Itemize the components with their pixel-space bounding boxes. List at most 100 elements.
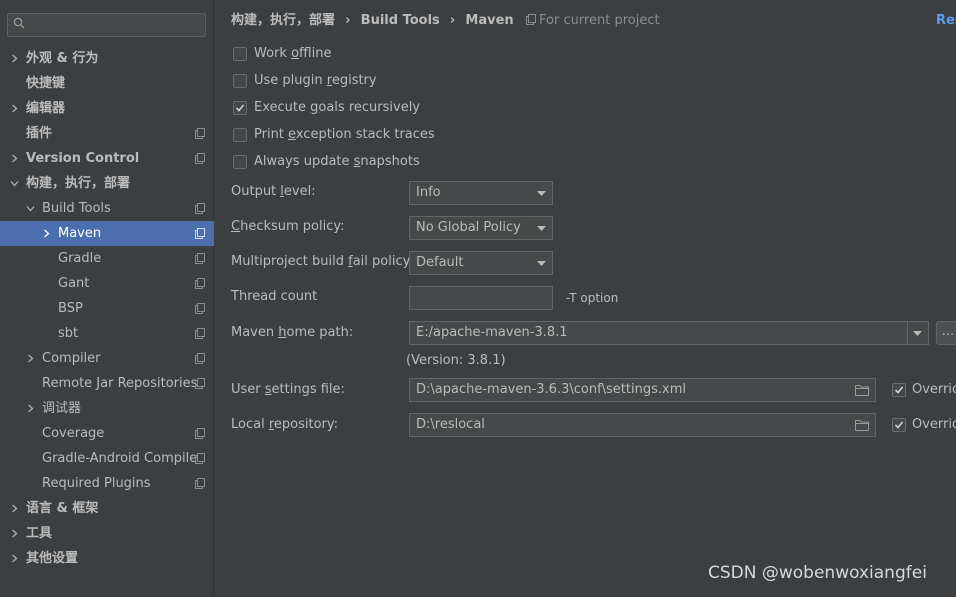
tree-item-appearance[interactable]: 外观 & 行为	[0, 46, 214, 71]
maven-home-browse-button[interactable]: ...	[936, 321, 956, 345]
scope-indicator: For current project	[526, 10, 660, 32]
tree-item-label: 外观 & 行为	[26, 51, 99, 66]
chevron-down-icon[interactable]	[10, 179, 19, 188]
project-scope-icon	[195, 128, 205, 139]
work-offline-checkbox[interactable]	[233, 47, 247, 61]
tree-item-label: 快捷键	[26, 76, 66, 91]
tree-item-label: BSP	[58, 301, 83, 316]
tree-item-label: Gradle-Android Compiler	[42, 451, 203, 466]
tree-item-label: 其他设置	[26, 551, 79, 566]
tree-item-label: Required Plugins	[42, 476, 151, 491]
project-scope-icon	[195, 353, 205, 364]
settings-search-input[interactable]	[7, 13, 206, 37]
work-offline-label: Work offline	[254, 46, 332, 61]
local-repository-input[interactable]: D:\reslocal	[409, 413, 876, 437]
tree-item-compiler[interactable]: Compiler	[0, 346, 214, 371]
project-scope-icon	[195, 203, 205, 214]
maven-version-text: (Version: 3.8.1)	[406, 353, 506, 368]
tree-item-label: Maven	[58, 226, 102, 241]
execute-goals-recursively-checkbox[interactable]	[233, 101, 247, 115]
tree-item-editor[interactable]: 编辑器	[0, 96, 214, 121]
thread-count-input[interactable]	[409, 286, 553, 310]
dropdown-arrow-icon	[537, 226, 546, 231]
tree-item-gradle-android-compiler[interactable]: Gradle-Android Compiler	[0, 446, 214, 471]
scope-label: For current project	[539, 13, 660, 28]
tree-item-build-tools[interactable]: Build Tools	[0, 196, 214, 221]
local-repository-override-checkbox[interactable]	[892, 418, 906, 432]
print-exception-stack-traces-checkbox[interactable]	[233, 128, 247, 142]
folder-icon[interactable]	[855, 419, 869, 431]
fail-policy-label: Multiproject build fail policy:	[231, 254, 414, 269]
chevron-right-icon[interactable]	[10, 504, 19, 513]
maven-home-dropdown-button[interactable]	[907, 321, 929, 345]
project-scope-icon	[195, 378, 205, 389]
thread-count-hint: -T option	[566, 291, 619, 305]
project-scope-icon	[195, 303, 205, 314]
maven-home-label: Maven home path:	[231, 325, 354, 340]
project-scope-icon	[195, 153, 205, 164]
tree-item-gradle[interactable]: Gradle	[0, 246, 214, 271]
chevron-right-icon[interactable]	[26, 404, 35, 413]
breadcrumb-separator: ›	[345, 13, 351, 28]
watermark-text: CSDN @wobenwoxiangfei	[708, 563, 927, 583]
execute-goals-recursively-label: Execute goals recursively	[254, 100, 420, 115]
print-exception-stack-traces-label: Print exception stack traces	[254, 127, 435, 142]
project-scope-icon	[195, 278, 205, 289]
chevron-right-icon[interactable]	[42, 229, 51, 238]
tree-item-label: Version Control	[26, 151, 140, 166]
project-scope-icon	[526, 14, 536, 25]
user-settings-override-checkbox[interactable]	[892, 383, 906, 397]
chevron-right-icon[interactable]	[26, 354, 35, 363]
chevron-right-icon[interactable]	[10, 54, 19, 63]
tree-item-sbt[interactable]: sbt	[0, 321, 214, 346]
user-settings-label: User settings file:	[231, 382, 345, 397]
tree-item-label: Build Tools	[42, 201, 111, 216]
tree-item-required-plugins[interactable]: Required Plugins	[0, 471, 214, 496]
chevron-right-icon[interactable]	[10, 104, 19, 113]
tree-item-plugins[interactable]: 插件	[0, 121, 214, 146]
thread-count-label: Thread count	[231, 289, 318, 304]
settings-sidebar: 外观 & 行为 快捷键 编辑器 插件 Version Control 构建，执行…	[0, 0, 214, 597]
tree-item-coverage[interactable]: Coverage	[0, 421, 214, 446]
output-level-label: Output level:	[231, 184, 316, 199]
checksum-policy-select[interactable]: No Global Policy	[409, 216, 553, 240]
checksum-policy-value: No Global Policy	[416, 220, 521, 235]
reset-link[interactable]: Res	[936, 10, 956, 32]
always-update-snapshots-label: Always update snapshots	[254, 154, 420, 169]
tree-item-debugger[interactable]: 调试器	[0, 396, 214, 421]
tree-item-remote-jar-repositories[interactable]: Remote Jar Repositories	[0, 371, 214, 396]
tree-item-bsp[interactable]: BSP	[0, 296, 214, 321]
tree-item-other-settings[interactable]: 其他设置	[0, 546, 214, 571]
maven-home-input[interactable]: E:/apache-maven-3.8.1	[409, 321, 908, 345]
chevron-right-icon[interactable]	[10, 529, 19, 538]
local-repository-override-label: Overrid	[912, 417, 956, 432]
tree-item-gant[interactable]: Gant	[0, 271, 214, 296]
chevron-right-icon[interactable]	[10, 554, 19, 563]
breadcrumb-item[interactable]: 构建，执行，部署	[231, 13, 335, 28]
project-scope-icon	[195, 428, 205, 439]
user-settings-value: D:\apache-maven-3.6.3\conf\settings.xml	[416, 382, 686, 397]
tree-item-label: Gant	[58, 276, 90, 291]
chevron-right-icon[interactable]	[10, 154, 19, 163]
tree-item-keymap[interactable]: 快捷键	[0, 71, 214, 96]
folder-icon[interactable]	[855, 384, 869, 396]
dropdown-arrow-icon	[913, 331, 922, 336]
tree-item-languages-frameworks[interactable]: 语言 & 框架	[0, 496, 214, 521]
project-scope-icon	[195, 478, 205, 489]
tree-item-build-execution-deployment[interactable]: 构建，执行，部署	[0, 171, 214, 196]
tree-item-tools[interactable]: 工具	[0, 521, 214, 546]
chevron-down-icon[interactable]	[26, 204, 35, 213]
tree-item-maven[interactable]: Maven	[0, 221, 214, 246]
tree-item-label: Gradle	[58, 251, 102, 266]
tree-item-version-control[interactable]: Version Control	[0, 146, 214, 171]
tree-item-label: 编辑器	[26, 101, 66, 116]
tree-item-label: sbt	[58, 326, 79, 341]
fail-policy-select[interactable]: Default	[409, 251, 553, 275]
breadcrumb-item[interactable]: Build Tools	[361, 13, 440, 28]
user-settings-input[interactable]: D:\apache-maven-3.6.3\conf\settings.xml	[409, 378, 876, 402]
tree-item-label: 构建，执行，部署	[26, 176, 131, 191]
dropdown-arrow-icon	[537, 261, 546, 266]
output-level-select[interactable]: Info	[409, 181, 553, 205]
use-plugin-registry-checkbox[interactable]	[233, 74, 247, 88]
always-update-snapshots-checkbox[interactable]	[233, 155, 247, 169]
